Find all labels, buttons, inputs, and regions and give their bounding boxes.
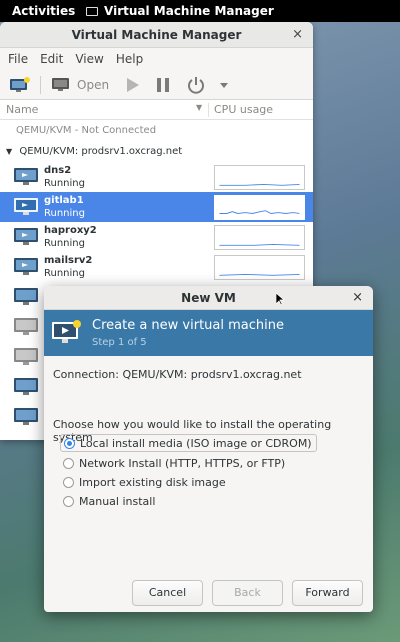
vm-status: Running: [44, 238, 85, 249]
column-name[interactable]: Name: [6, 103, 38, 116]
close-icon[interactable]: ×: [292, 22, 303, 48]
install-option-label: Manual install: [79, 494, 156, 508]
vm-name: gitlab1: [44, 195, 84, 206]
toolbar: Open: [0, 70, 313, 100]
cpu-graph: [214, 165, 305, 190]
vm-status: Running: [44, 178, 85, 189]
vm-icon: [14, 258, 38, 275]
install-option-label: Network Install (HTTP, HTTPS, or FTP): [79, 456, 286, 470]
back-button[interactable]: Back: [212, 580, 283, 606]
menu-view[interactable]: View: [75, 52, 103, 66]
menu-file[interactable]: File: [8, 52, 28, 66]
menubar: File Edit View Help: [0, 48, 313, 70]
vm-name: mailsrv2: [44, 255, 93, 266]
vm-row[interactable]: mailsrv2 Running: [0, 252, 313, 282]
power-icon: [188, 77, 204, 94]
activities-button[interactable]: Activities: [12, 4, 75, 18]
run-button[interactable]: [124, 75, 140, 95]
sort-arrow-icon: ▼: [196, 103, 203, 112]
dialog-header-title: Create a new virtual machine: [92, 318, 284, 333]
app-menu[interactable]: Virtual Machine Manager: [86, 4, 274, 18]
vm-icon: [14, 168, 38, 185]
new-vm-dialog: New VM × Create a new virtual machine St…: [44, 286, 373, 612]
main-window-title: Virtual Machine Manager: [71, 28, 242, 42]
connection-row[interactable]: QEMU/KVM - Not Connected: [0, 120, 313, 142]
forward-button[interactable]: Forward: [292, 580, 363, 606]
vm-icon: [14, 378, 38, 395]
vm-icon: [14, 288, 38, 305]
dialog-step-label: Step 1 of 5: [92, 337, 147, 348]
radio-button[interactable]: [63, 457, 74, 469]
column-header: Name ▼ CPU usage: [0, 100, 313, 120]
vm-name: dns2: [44, 165, 72, 176]
install-option-network[interactable]: Network Install (HTTP, HTTPS, or FTP): [63, 454, 289, 472]
open-button-label: Open: [77, 78, 110, 92]
menu-edit[interactable]: Edit: [40, 52, 63, 66]
cpu-graph: [214, 255, 305, 280]
install-option-manual[interactable]: Manual install: [63, 492, 159, 510]
vm-icon: [14, 348, 38, 365]
vm-status: Running: [44, 268, 85, 279]
radio-button[interactable]: [64, 437, 75, 449]
app-menu-label: Virtual Machine Manager: [104, 4, 274, 18]
vm-icon: [14, 318, 38, 335]
connection-label: QEMU/KVM - Not Connected: [16, 125, 157, 136]
shutdown-button[interactable]: [187, 75, 205, 95]
dialog-header: Create a new virtual machine Step 1 of 5: [44, 310, 373, 356]
connection-label: Connection: QEMU/KVM: prodsrv1.oxcrag.ne…: [53, 368, 302, 381]
chevron-down-icon: [220, 83, 228, 88]
play-icon: [127, 78, 139, 92]
vm-icon: [14, 228, 38, 245]
pause-button[interactable]: [155, 75, 171, 95]
connection-label: QEMU/KVM: prodsrv1.oxcrag.net: [19, 146, 183, 157]
cpu-graph: [214, 195, 305, 220]
column-cpu-usage[interactable]: CPU usage: [214, 103, 273, 116]
cpu-graph: [214, 225, 305, 250]
install-option-import-disk[interactable]: Import existing disk image: [63, 473, 230, 491]
new-vm-icon: [52, 320, 81, 343]
pause-icon: [157, 78, 169, 92]
vm-icon: [14, 408, 38, 425]
new-vm-icon: [10, 77, 30, 92]
vm-row[interactable]: gitlab1 Running: [0, 192, 313, 222]
install-option-label: Import existing disk image: [79, 475, 226, 489]
radio-button[interactable]: [63, 495, 74, 507]
dialog-title: New VM: [181, 291, 236, 305]
close-icon[interactable]: ×: [352, 286, 363, 310]
shutdown-menu-button[interactable]: [219, 75, 229, 95]
monitor-icon: [52, 78, 69, 91]
install-option-label: Local install media (ISO image or CDROM): [80, 436, 312, 450]
open-button[interactable]: Open: [51, 75, 109, 95]
vm-name: haproxy2: [44, 225, 97, 236]
radio-button[interactable]: [63, 476, 74, 488]
top-bar: Activities Virtual Machine Manager: [0, 0, 400, 22]
main-window-titlebar: Virtual Machine Manager ×: [0, 22, 313, 48]
connection-row[interactable]: ▼ QEMU/KVM: prodsrv1.oxcrag.net: [0, 142, 313, 162]
install-option-local-media[interactable]: Local install media (ISO image or CDROM): [60, 434, 317, 452]
vm-status: Running: [44, 208, 85, 219]
dialog-titlebar: New VM ×: [44, 286, 373, 310]
expander-icon[interactable]: ▼: [6, 147, 12, 156]
cancel-button[interactable]: Cancel: [132, 580, 203, 606]
mouse-cursor-icon: [276, 293, 284, 306]
vm-icon: [14, 198, 38, 215]
vm-row[interactable]: haproxy2 Running: [0, 222, 313, 252]
menu-help[interactable]: Help: [116, 52, 143, 66]
monitor-icon: [86, 6, 98, 16]
vm-row[interactable]: dns2 Running: [0, 162, 313, 192]
new-vm-button[interactable]: [9, 75, 31, 95]
